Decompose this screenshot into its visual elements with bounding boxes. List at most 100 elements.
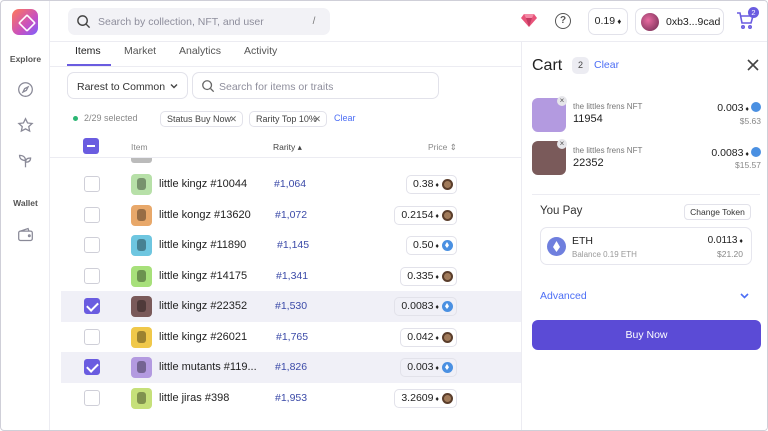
tab-market[interactable]: Market [124,45,156,57]
close-icon[interactable] [746,58,760,72]
remove-item-icon[interactable]: × [557,96,567,106]
eth-symbol-icon: ♦ [433,182,439,189]
price-value: 0.2154 [401,209,434,221]
price-tag: 0.042 ♦ [400,328,457,347]
buy-now-button[interactable]: Buy Now [532,320,761,350]
table-row[interactable]: little kingz #10044 #1,064 0.38 ♦ [61,169,521,200]
looks-coin-icon [442,210,453,221]
cart-item-usd: $15.57 [735,160,761,170]
price-value: 0.003 [407,361,434,373]
close-icon[interactable]: ✕ [313,112,321,126]
row-checkbox[interactable] [84,298,100,314]
price-tag: 0.003 ♦ [400,358,457,377]
eth-symbol-icon: ♦ [737,238,743,245]
app-logo[interactable] [12,9,38,35]
column-header-item: Item [131,142,148,152]
sidebar: Explore Wallet [1,1,50,430]
table-row[interactable]: little kingz #22352 #1,530 0.0083 ♦ [61,291,521,322]
row-checkbox[interactable] [84,207,100,223]
column-header-price[interactable]: Price ⇕ [428,142,457,153]
cart-clear-link[interactable]: Clear [594,59,619,71]
rarity-rank: #1,826 [275,361,308,373]
nft-name[interactable]: little kingz #26021 [159,331,247,343]
pay-usd: $21.20 [717,249,743,259]
sort-toggle-icon: ⇕ [447,142,457,152]
sort-dropdown[interactable]: Rarest to Common [67,72,188,99]
cart-panel: Cart 2 Clear × the littles frens NFT 119… [521,42,767,430]
tab-activity[interactable]: Activity [244,45,277,57]
wallet-button[interactable]: 0xb3...9cad [635,8,724,35]
status-dot [73,116,78,121]
tab-analytics[interactable]: Analytics [179,45,221,57]
advanced-toggle[interactable]: Advanced [540,290,587,302]
eth-coin-icon [751,102,761,112]
remove-item-icon[interactable]: × [557,139,567,149]
nft-name[interactable]: little kingz #22352 [159,300,247,312]
gem-icon[interactable] [521,13,537,27]
change-token-button[interactable]: Change Token [684,204,751,220]
search-placeholder: Search by collection, NFT, and user [98,16,264,28]
nft-name[interactable]: little kongz #13620 [159,209,251,221]
column-header-rarity[interactable]: Rarity ▴ [273,142,302,153]
rarity-rank: #1,953 [275,392,308,404]
eth-balance-button[interactable]: 0.19 ♦ [588,8,628,35]
cart-item-id: 22352 [573,157,604,169]
cart-item-collection: the littles frens NFT [573,146,643,155]
nft-name[interactable]: little kingz #11890 [159,239,246,251]
filter-chip-label: Status Buy Now [167,114,232,124]
price-tag: 0.50 ♦ [406,236,457,255]
sprout-icon[interactable] [17,152,34,169]
nft-name[interactable]: little kingz #10044 [159,178,247,190]
row-checkbox[interactable] [84,390,100,406]
nft-name[interactable]: little mutants #119... [159,361,257,373]
filter-chip-rarity[interactable]: Rarity Top 10% ✕ [249,111,327,127]
token-balance: Balance 0.19 ETH [572,250,637,259]
nft-name[interactable]: little jiras #398 [159,392,229,404]
top-bar: Search by collection, NFT, and user / ? … [50,1,767,42]
rarity-rank: #1,765 [276,331,309,343]
partial-row-thumb [131,158,152,163]
tab-items[interactable]: Items [75,45,101,57]
eth-symbol-icon: ♦ [743,151,749,158]
eth-symbol-icon: ♦ [743,106,749,113]
item-search-input[interactable]: Search for items or traits [192,72,439,99]
price-value: 0.50 [413,239,434,251]
row-checkbox[interactable] [84,359,100,375]
chevron-down-icon[interactable] [740,292,749,300]
close-icon[interactable]: ✕ [229,112,237,126]
search-shortcut-hint: / [312,16,316,27]
filter-chip-status[interactable]: Status Buy Now ✕ [160,111,243,127]
price-value: 0.335 [407,270,434,282]
compass-icon[interactable] [17,81,34,98]
table-row[interactable]: little kingz #26021 #1,765 0.042 ♦ [61,322,521,353]
cart-title: Cart [532,57,563,74]
star-icon[interactable] [17,117,34,134]
table-row[interactable]: little kingz #14175 #1,341 0.335 ♦ [61,261,521,292]
token-name: ETH [572,235,593,247]
pay-amount-value: 0.0113 [707,235,738,246]
row-checkbox[interactable] [84,329,100,345]
payment-token-row: ETH Balance 0.19 ETH 0.0113 ♦ $21.20 [540,227,752,265]
table-row[interactable]: little kongz #13620 #1,072 0.2154 ♦ [61,200,521,231]
help-icon[interactable]: ? [555,13,571,29]
select-all-checkbox[interactable] [83,138,99,154]
row-checkbox[interactable] [84,268,100,284]
eth-symbol-icon: ♦ [433,274,439,281]
pay-amount: 0.0113 ♦ [708,235,743,246]
table-row[interactable]: little jiras #398 #1,953 3.2609 ♦ [61,383,521,414]
eth-coin-icon [442,240,453,251]
row-checkbox[interactable] [84,176,100,192]
table-row[interactable]: little mutants #119... #1,826 0.003 ♦ [61,352,521,383]
row-checkbox[interactable] [84,237,100,253]
wallet-icon[interactable] [17,226,34,243]
eth-balance-value: 0.19 [594,15,616,27]
search-icon [202,80,215,93]
chevron-down-icon [170,84,178,89]
rarity-rank: #1,072 [275,209,308,221]
looks-coin-icon [442,332,453,343]
table-row[interactable]: little kingz #11890 #1,145 0.50 ♦ [61,230,521,261]
clear-filters-link[interactable]: Clear [334,113,356,123]
global-search-input[interactable]: Search by collection, NFT, and user / [68,8,330,35]
nft-thumbnail [131,205,152,226]
nft-name[interactable]: little kingz #14175 [159,270,247,282]
